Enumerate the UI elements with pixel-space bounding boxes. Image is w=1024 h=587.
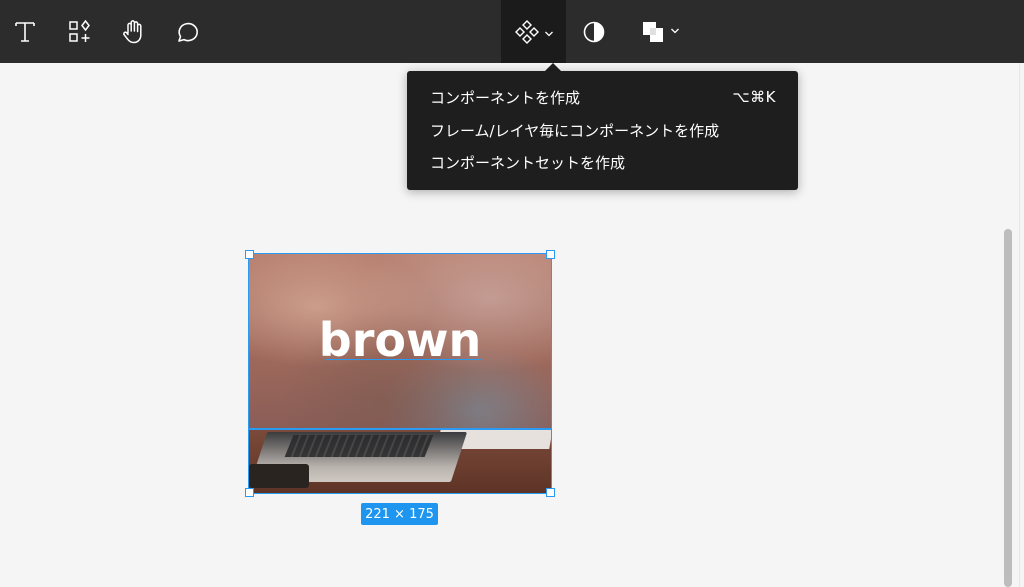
selection-border <box>248 253 552 494</box>
top-toolbar <box>0 0 1024 63</box>
chevron-down-icon <box>544 31 553 36</box>
menu-caret <box>545 63 561 71</box>
chevron-down-icon <box>670 28 679 33</box>
resize-handle-top-left[interactable] <box>245 250 254 259</box>
text-tool-button[interactable] <box>4 0 46 63</box>
comment-bubble-icon <box>178 22 198 42</box>
component-tool-button[interactable] <box>501 0 566 63</box>
resources-tool-button[interactable] <box>58 0 102 63</box>
menu-item-label: コンポーネントを作成 <box>430 88 581 107</box>
component-dropdown-menu: コンポーネントを作成 ⌥⌘K フレーム/レイヤ毎にコンポーネントを作成 コンポー… <box>407 71 798 190</box>
resize-handle-bottom-left[interactable] <box>245 488 254 497</box>
resize-handle-top-right[interactable] <box>546 250 555 259</box>
text-T-icon <box>15 21 35 42</box>
mask-tool-button[interactable] <box>574 0 614 63</box>
vertical-scrollbar[interactable] <box>1004 229 1012 587</box>
resize-handle-bottom-right[interactable] <box>546 488 555 497</box>
menu-item-create-component-set[interactable]: コンポーネントセットを作成 <box>407 146 798 178</box>
menu-item-label: フレーム/レイヤ毎にコンポーネントを作成 <box>430 121 720 140</box>
menu-item-shortcut: ⌥⌘K <box>732 88 776 106</box>
size-badge: 221 × 175 <box>361 503 438 525</box>
boolean-tool-button[interactable] <box>630 0 690 63</box>
hand-tool-button[interactable] <box>112 0 156 63</box>
hand-icon <box>123 19 142 43</box>
component-diamonds-icon <box>514 19 539 44</box>
boolean-union-icon <box>642 21 663 42</box>
menu-item-label: コンポーネントセットを作成 <box>430 153 626 172</box>
menu-item-create-component-per-layer[interactable]: フレーム/レイヤ毎にコンポーネントを作成 <box>407 114 798 146</box>
resources-icon <box>69 19 90 42</box>
contrast-half-circle-icon <box>583 21 605 42</box>
right-panel-edge <box>1019 63 1020 587</box>
comment-tool-button[interactable] <box>166 0 210 63</box>
menu-item-create-component[interactable]: コンポーネントを作成 ⌥⌘K <box>407 81 798 113</box>
